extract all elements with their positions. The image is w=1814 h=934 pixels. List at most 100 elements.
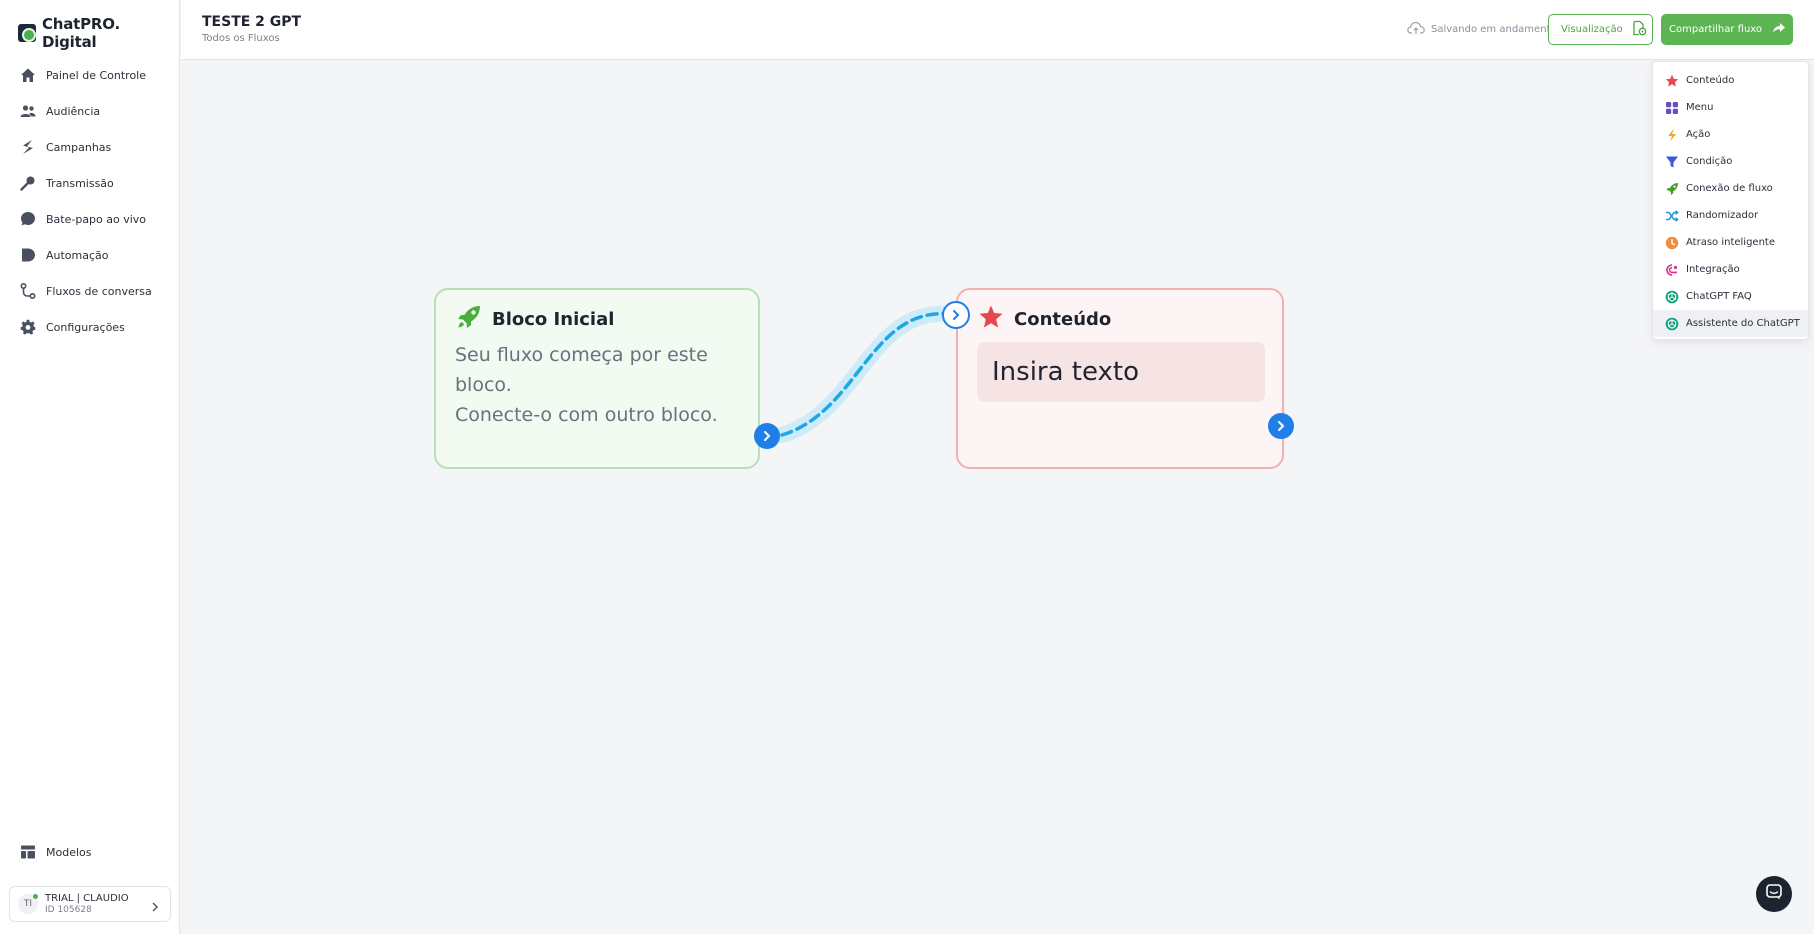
add-block-menu: Conteúdo Menu Ação Condição Conexão de f… — [1652, 61, 1809, 340]
sidebar-item-automacao[interactable]: Automação — [0, 237, 180, 273]
chevron-right-icon — [1275, 417, 1287, 436]
cloud-upload-icon — [1407, 21, 1425, 38]
gear-icon — [20, 319, 36, 335]
menu-item-label: Assistente do ChatGPT — [1686, 318, 1800, 329]
support-chat-button[interactable] — [1756, 876, 1792, 912]
menu-item-conteudo[interactable]: Conteúdo — [1653, 67, 1808, 94]
brand-logo-icon — [18, 24, 36, 42]
rocket-icon — [456, 304, 482, 334]
sidebar-item-label: Automação — [46, 248, 109, 262]
content-block[interactable]: Conteúdo Insira texto — [956, 288, 1284, 469]
menu-item-conexao-fluxo[interactable]: Conexão de fluxo — [1653, 175, 1808, 202]
star-icon — [978, 304, 1004, 334]
menu-item-label: Atraso inteligente — [1686, 237, 1775, 248]
user-id: ID 105628 — [45, 905, 92, 915]
preview-button[interactable]: Visualização — [1548, 14, 1653, 45]
menu-item-label: Conexão de fluxo — [1686, 183, 1773, 194]
rocket-icon — [1665, 182, 1679, 196]
sidebar-item-fluxos[interactable]: Fluxos de conversa — [0, 273, 180, 309]
menu-item-label: ChatGPT FAQ — [1686, 291, 1752, 302]
chat-icon — [20, 211, 36, 227]
flow-canvas[interactable]: Bloco Inicial Seu fluxo começa por este … — [181, 61, 1814, 934]
sidebar-item-transmissao[interactable]: Transmissão — [0, 165, 180, 201]
start-block[interactable]: Bloco Inicial Seu fluxo começa por este … — [434, 288, 760, 469]
saving-status: Salvando em andamento — [1407, 21, 1557, 38]
sidebar-item-label: Bate-papo ao vivo — [46, 212, 147, 226]
sidebar-item-audiencia[interactable]: Audiência — [0, 93, 180, 129]
start-block-header: Bloco Inicial — [456, 304, 614, 334]
menu-item-condicao[interactable]: Condição — [1653, 148, 1808, 175]
sidebar-nav: Painel de Controle Audiência Campanhas T… — [0, 57, 180, 345]
star-icon — [1665, 74, 1679, 88]
content-text-input[interactable]: Insira texto — [977, 342, 1265, 402]
sidebar-item-label: Audiência — [46, 104, 101, 118]
sidebar-item-painel[interactable]: Painel de Controle — [0, 57, 180, 93]
chevron-right-icon — [950, 306, 962, 325]
sidebar-item-modelos[interactable]: Modelos — [0, 834, 180, 870]
openai-icon — [1665, 317, 1679, 331]
webhook-icon — [1665, 263, 1679, 277]
share-arrow-icon — [1772, 22, 1786, 37]
breadcrumb[interactable]: Todos os Fluxos — [202, 33, 280, 44]
users-icon — [20, 103, 36, 119]
start-block-description-line: Conecte-o com outro bloco. — [455, 404, 718, 426]
avatar: TI — [18, 894, 38, 914]
menu-item-acao[interactable]: Ação — [1653, 121, 1808, 148]
broadcast-icon — [20, 175, 36, 191]
content-block-output-port[interactable] — [1268, 413, 1294, 439]
user-info: TRIAL | CLAUDIO ID 105628 — [45, 893, 129, 915]
start-block-description: Seu fluxo começa por este bloco. Conecte… — [455, 340, 755, 430]
play-icon — [20, 247, 36, 263]
sidebar-item-label: Painel de Controle — [46, 68, 147, 82]
chat-icon — [1765, 883, 1783, 905]
sidebar-item-label: Transmissão — [46, 176, 114, 190]
grid-icon — [1665, 101, 1679, 115]
menu-item-menu[interactable]: Menu — [1653, 94, 1808, 121]
sidebar-models-section: Modelos — [0, 834, 180, 870]
menu-item-chatgpt-faq[interactable]: ChatGPT FAQ — [1653, 283, 1808, 310]
preview-file-icon — [1631, 20, 1647, 39]
brand-name: ChatPRO. Digital — [41, 15, 120, 51]
funnel-icon — [1665, 155, 1679, 169]
home-icon — [20, 67, 36, 83]
menu-item-label: Integração — [1686, 264, 1740, 275]
avatar-initials: TI — [23, 899, 33, 909]
sidebar: ChatPRO. Digital Painel de Controle Audi… — [0, 0, 180, 934]
openai-icon — [1665, 290, 1679, 304]
clock-icon — [1665, 236, 1679, 250]
share-flow-button[interactable]: Compartilhar fluxo — [1661, 14, 1793, 45]
preview-button-label: Visualização — [1561, 24, 1623, 35]
menu-item-atraso[interactable]: Atraso inteligente — [1653, 229, 1808, 256]
sidebar-item-configuracoes[interactable]: Configurações — [0, 309, 180, 345]
bolt-icon — [20, 139, 36, 155]
templates-icon — [20, 844, 36, 860]
menu-item-randomizador[interactable]: Randomizador — [1653, 202, 1808, 229]
start-block-output-port[interactable] — [754, 423, 780, 449]
sidebar-item-label: Campanhas — [46, 140, 112, 154]
sidebar-item-label: Modelos — [46, 845, 92, 859]
start-block-description-line: Seu fluxo começa por este bloco. — [455, 344, 708, 396]
chevron-right-icon — [150, 898, 160, 917]
share-flow-button-label: Compartilhar fluxo — [1669, 24, 1763, 35]
saving-status-text: Salvando em andamento — [1431, 24, 1557, 35]
flow-icon — [20, 283, 36, 299]
sidebar-item-campanhas[interactable]: Campanhas — [0, 129, 180, 165]
start-block-title: Bloco Inicial — [492, 308, 615, 330]
user-name: TRIAL | CLAUDIO — [45, 893, 129, 904]
menu-item-label: Menu — [1686, 102, 1714, 113]
content-block-title: Conteúdo — [1014, 308, 1112, 330]
page-title[interactable]: TESTE 2 GPT — [202, 14, 301, 30]
sidebar-item-label: Fluxos de conversa — [46, 284, 152, 298]
connection-wire[interactable] — [181, 61, 1814, 934]
menu-item-label: Condição — [1686, 156, 1733, 167]
user-account-card[interactable]: TI TRIAL | CLAUDIO ID 105628 — [9, 886, 171, 922]
sidebar-item-label: Configurações — [46, 320, 125, 334]
menu-item-assistente-chatgpt[interactable]: Assistente do ChatGPT — [1653, 310, 1808, 337]
content-block-input-port[interactable] — [942, 301, 970, 329]
sidebar-item-bate-papo[interactable]: Bate-papo ao vivo — [0, 201, 180, 237]
brand[interactable]: ChatPRO. Digital — [18, 15, 179, 51]
shuffle-icon — [1665, 209, 1679, 223]
online-status-dot — [33, 894, 38, 899]
menu-item-label: Randomizador — [1686, 210, 1759, 221]
menu-item-integracao[interactable]: Integração — [1653, 256, 1808, 283]
